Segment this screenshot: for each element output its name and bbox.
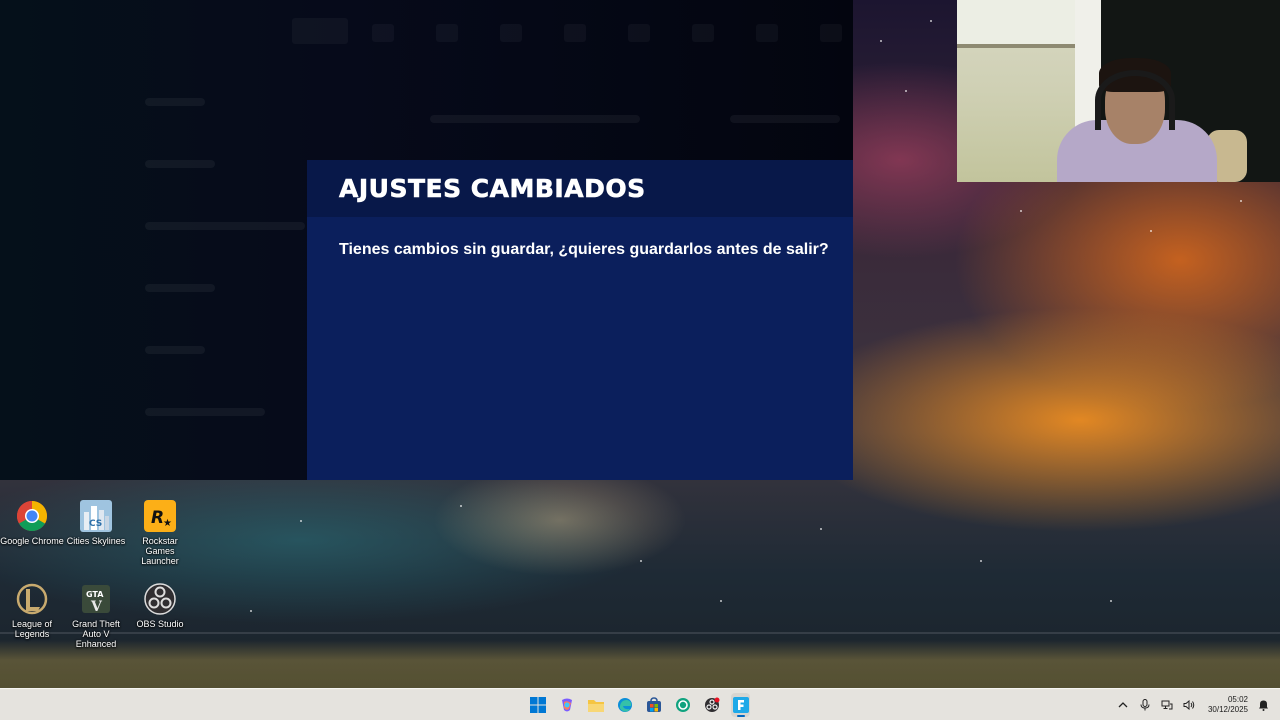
copilot-icon [561, 698, 572, 712]
chatgpt-icon [675, 698, 690, 712]
obs-icon [704, 697, 719, 712]
desktop-icon-label: League of Legends [11, 619, 53, 639]
star [905, 90, 907, 92]
copilot-button[interactable] [557, 693, 576, 717]
svg-text:GTA: GTA [86, 590, 104, 599]
menu-ghost-line [430, 115, 640, 123]
star [1110, 600, 1112, 602]
clock-date: 30/12/2025 [1207, 705, 1248, 714]
menu-ghost-line [145, 222, 305, 230]
grass-foreground [0, 640, 1280, 690]
topbar-ghost-icon [628, 24, 650, 42]
game-window: AJUSTES CAMBIADOS Tienes cambios sin gua… [0, 0, 853, 480]
settings-changed-dialog: AJUSTES CAMBIADOS Tienes cambios sin gua… [307, 160, 853, 480]
desktop-icon-gta-v[interactable]: GTA V Grand Theft Auto V Enhanced [64, 583, 128, 649]
star [250, 610, 252, 612]
clock[interactable]: 05:02 30/12/2025 [1208, 695, 1248, 715]
league-of-legends-icon [16, 583, 48, 615]
horizon-line [0, 632, 1280, 634]
cities-skylines-icon: CS [80, 500, 112, 532]
desktop-icon-label: Cities Skylines [66, 536, 126, 546]
network-icon[interactable] [1160, 698, 1174, 712]
svg-text:CS: CS [89, 519, 102, 529]
chatgpt-button[interactable] [673, 693, 692, 717]
menu-ghost-line [145, 98, 205, 106]
desktop-icon-league-of-legends[interactable]: League of Legends [0, 583, 64, 639]
menu-ghost-line [145, 346, 205, 354]
star [880, 40, 882, 42]
star [460, 505, 462, 507]
game-topbar [280, 14, 853, 54]
desktop-icon-label: OBS Studio [136, 619, 184, 629]
star [1150, 230, 1152, 232]
dialog-title: AJUSTES CAMBIADOS [339, 174, 646, 204]
fortnite-button[interactable] [731, 693, 750, 717]
svg-text:V: V [90, 599, 103, 615]
desktop-icon-label: Rockstar Games Launcher [141, 536, 179, 566]
topbar-ghost-icon [692, 24, 714, 42]
desktop-icon-obs[interactable]: OBS Studio [128, 583, 192, 629]
desktop-icon-chrome[interactable]: Google Chrome [0, 500, 64, 546]
star [300, 520, 302, 522]
obs-icon [144, 583, 176, 615]
chrome-icon [16, 500, 48, 532]
taskbar-apps [528, 693, 750, 717]
menu-ghost-line [145, 408, 265, 416]
file-explorer-button[interactable] [586, 693, 605, 717]
taskbar: 05:02 30/12/2025 [0, 688, 1280, 720]
topbar-ghost-icon [436, 24, 458, 42]
webcam-shelf-top [957, 0, 1077, 46]
desktop-icon-label: Grand Theft Auto V Enhanced [72, 619, 120, 649]
edge-icon [617, 698, 632, 712]
desktop-icon-cities-skylines[interactable]: CS Cities Skylines [64, 500, 128, 546]
webcam-shelf-bar [957, 44, 1077, 48]
star [1240, 200, 1242, 202]
menu-ghost-line [145, 284, 215, 292]
star [980, 560, 982, 562]
star [720, 600, 722, 602]
edge-button[interactable] [615, 693, 634, 717]
menu-ghost-line [730, 115, 840, 123]
menu-ghost-line [145, 160, 215, 168]
topbar-ghost-icon [564, 24, 586, 42]
dialog-header: AJUSTES CAMBIADOS [307, 160, 853, 217]
rockstar-icon: R ★ [144, 500, 176, 532]
desktop-icon-rockstar[interactable]: R ★ Rockstar Games Launcher [128, 500, 192, 566]
topbar-ghost-icon [500, 24, 522, 42]
fortnite-icon [732, 697, 749, 713]
topbar-ghost-icon [820, 24, 842, 42]
microphone-icon[interactable] [1138, 698, 1152, 712]
star [640, 560, 642, 562]
gta-v-icon: GTA V [80, 583, 112, 615]
star [1020, 210, 1022, 212]
webcam-overlay [957, 0, 1280, 182]
notification-icon[interactable] [1256, 698, 1270, 712]
star [820, 528, 822, 530]
store-icon [646, 697, 661, 712]
desktop-screen: AJUSTES CAMBIADOS Tienes cambios sin gua… [0, 0, 1280, 720]
topbar-ghost-icon [756, 24, 778, 42]
start-icon [529, 697, 546, 713]
start-button[interactable] [528, 693, 547, 717]
topbar-ghost-icon [372, 24, 394, 42]
svg-text:★: ★ [163, 518, 172, 529]
obs-taskbar-button[interactable] [702, 693, 721, 717]
topbar-ghost-icon [292, 18, 348, 44]
star [930, 20, 932, 22]
store-button[interactable] [644, 693, 663, 717]
file-explorer-icon [587, 700, 604, 712]
system-tray: 05:02 30/12/2025 [1116, 689, 1270, 720]
dialog-message: Tienes cambios sin guardar, ¿quieres gua… [339, 241, 829, 258]
desktop-icon-label: Google Chrome [0, 536, 64, 546]
speaker-icon[interactable] [1182, 698, 1196, 712]
chevron-up-icon[interactable] [1116, 698, 1130, 712]
clock-time: 05:02 [1227, 695, 1248, 704]
headset-icon [1095, 70, 1175, 130]
